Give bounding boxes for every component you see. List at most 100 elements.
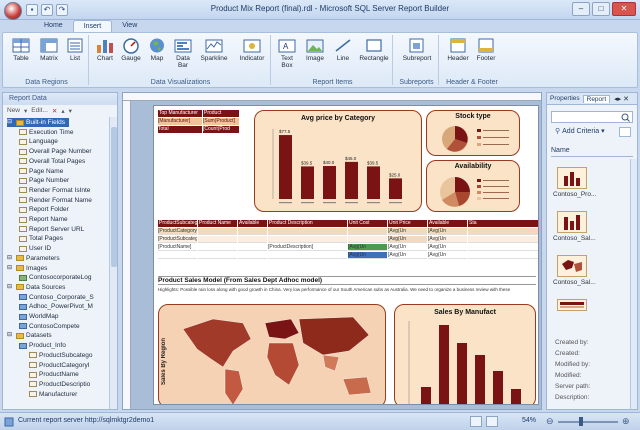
product-table-cell[interactable] xyxy=(468,236,538,243)
indicator-button[interactable]: Indicator xyxy=(235,37,269,62)
report-part-thumbnail[interactable] xyxy=(557,255,587,277)
edit-button[interactable]: Edit... xyxy=(31,107,48,114)
tree-item[interactable]: Report Name xyxy=(17,215,68,224)
avg-price-bar[interactable] xyxy=(345,161,358,199)
name-column-header[interactable]: Name xyxy=(551,147,633,157)
product-table-cell[interactable] xyxy=(348,228,387,235)
product-table-header[interactable]: Unit Cost xyxy=(348,220,387,227)
report-part-label[interactable]: Contoso_Pro... xyxy=(553,191,596,198)
avg-price-bar[interactable] xyxy=(389,178,402,199)
product-table-cell[interactable]: [Avg(Un xyxy=(388,236,427,243)
tree-item[interactable]: Page Name xyxy=(17,167,63,176)
product-table-cell[interactable] xyxy=(198,228,237,235)
product-table-cell[interactable] xyxy=(238,228,267,235)
sparkline-button[interactable]: Sparkline xyxy=(199,37,229,62)
product-table-header[interactable]: Product Name xyxy=(198,220,237,227)
new-dropdown-icon[interactable]: ▾ xyxy=(24,107,27,115)
product-table-cell[interactable]: [Avg(Un xyxy=(388,252,427,259)
sales-by-manufacturer-chart[interactable]: Sales By Manufact xyxy=(394,304,536,404)
tree-item[interactable]: Overall Page Number xyxy=(17,147,92,156)
chart-button[interactable]: Chart xyxy=(93,37,117,62)
table-button[interactable]: Table xyxy=(9,37,33,62)
product-table-cell[interactable] xyxy=(238,252,267,259)
top-table-cell[interactable]: [Manufacturer] xyxy=(158,118,202,125)
tab-view[interactable]: View xyxy=(112,20,147,32)
view-toggle-icon[interactable] xyxy=(619,127,631,137)
product-table-cell[interactable]: [Avg(Un xyxy=(388,244,427,251)
tree-item[interactable]: Render Format IsInte xyxy=(17,186,90,195)
avg-price-bar[interactable] xyxy=(279,135,292,199)
report-part-label[interactable]: Contoso_Sal... xyxy=(553,279,596,286)
product-table-cell[interactable] xyxy=(268,228,347,235)
tree-item[interactable]: ProductName xyxy=(27,370,79,379)
report-body[interactable]: Top Manufacturer Product [Manufacturer] … xyxy=(153,105,539,405)
app-menu-button[interactable] xyxy=(4,2,22,20)
product-table-cell[interactable] xyxy=(468,228,538,235)
highlights-text[interactable]: Highlights: Possible rain loss along wit… xyxy=(158,287,536,301)
gallery-scrollbar[interactable] xyxy=(630,159,637,409)
zoom-in-icon[interactable]: ⊕ xyxy=(622,416,630,427)
data-bar-button[interactable]: Data Bar xyxy=(171,37,195,69)
undo-icon[interactable]: ↶ xyxy=(41,4,53,16)
tree-folder[interactable]: ⊟ Data Sources xyxy=(7,283,65,292)
tab-home[interactable]: Home xyxy=(34,20,73,32)
product-table-header[interactable]: Available xyxy=(238,220,267,227)
product-table-cell[interactable]: [ProductCategoryName] xyxy=(158,228,197,235)
tree-item[interactable]: WorldMap xyxy=(17,312,59,321)
tree-folder[interactable]: ⊟ Images xyxy=(7,264,47,273)
product-table-cell[interactable]: [Avg(Un xyxy=(428,228,467,235)
tree-item[interactable]: Adhoc_PowerPivot_M xyxy=(17,302,93,311)
tree-item[interactable]: Report Folder xyxy=(17,205,69,214)
product-table-cell[interactable]: [ProductSubcategory] xyxy=(158,236,197,243)
expand-icon[interactable]: ⊟ xyxy=(7,264,14,273)
tree-folder[interactable]: ⊟ Datasets xyxy=(7,331,52,340)
report-part-thumbnail[interactable] xyxy=(557,211,587,233)
header-button[interactable]: Header xyxy=(445,37,471,62)
top-table-header-2[interactable]: Product xyxy=(203,110,239,117)
product-table-cell[interactable] xyxy=(468,244,538,251)
sales-model-title[interactable]: Product Sales Model (From Sales Dept Adh… xyxy=(158,276,536,285)
product-table-cell[interactable] xyxy=(198,252,237,259)
image-button[interactable]: Image xyxy=(303,37,327,62)
zoom-slider[interactable] xyxy=(558,421,618,423)
product-table-header[interactable]: Available xyxy=(428,220,467,227)
product-table-cell[interactable] xyxy=(238,244,267,251)
product-table-cell[interactable] xyxy=(468,252,538,259)
report-part-thumbnail[interactable] xyxy=(557,299,587,311)
tree-item[interactable]: ProductSubcatego xyxy=(27,351,92,360)
avg-price-bar[interactable] xyxy=(367,166,380,199)
tree-item[interactable]: Overall Total Pages xyxy=(17,157,85,166)
top-table-total-value[interactable]: [Count(Prod xyxy=(203,126,239,133)
product-table-cell[interactable] xyxy=(268,236,347,243)
product-table-header[interactable]: Sta xyxy=(468,220,538,227)
tab-properties[interactable]: Properties xyxy=(547,95,583,102)
product-table-cell[interactable] xyxy=(198,244,237,251)
product-table-cell[interactable]: [ProductName] xyxy=(158,244,197,251)
panel-next-icon[interactable]: ▸ xyxy=(618,95,622,103)
save-icon[interactable]: ▪ xyxy=(26,4,38,16)
product-table-cell[interactable] xyxy=(198,236,237,243)
subreport-button[interactable]: Subreport xyxy=(399,37,435,62)
zoom-out-icon[interactable]: ⊖ xyxy=(546,416,554,427)
product-table-cell[interactable] xyxy=(158,252,197,259)
minimize-button[interactable]: – xyxy=(572,2,590,16)
expand-icon[interactable]: ⊟ xyxy=(7,118,14,127)
product-table-cell[interactable]: [Avg(Un xyxy=(388,228,427,235)
avg-price-bar[interactable] xyxy=(323,166,336,199)
rectangle-button[interactable]: Rectangle xyxy=(357,37,391,62)
product-table-cell[interactable]: [Avg(Un xyxy=(428,252,467,259)
report-part-label[interactable]: Contoso_Sal... xyxy=(553,235,596,242)
tree-item[interactable]: ContosocorporateLog xyxy=(17,273,92,282)
product-table-cell[interactable]: [Avg(Un xyxy=(348,244,387,251)
new-button[interactable]: New xyxy=(7,107,20,114)
tree-item[interactable]: Language xyxy=(17,137,58,146)
tree-item[interactable]: ContosoCompete xyxy=(17,322,80,331)
close-button[interactable]: ✕ xyxy=(612,2,636,16)
move-up-icon[interactable]: ▴ xyxy=(61,107,64,115)
product-table-header[interactable]: Product Description xyxy=(268,220,347,227)
tree-folder[interactable]: ⊟ Built-in Fields xyxy=(7,118,70,127)
product-table-cell[interactable]: [Avg(Un xyxy=(348,252,387,259)
report-data-scrollbar[interactable] xyxy=(109,117,117,409)
product-table-header[interactable]: Unit Price xyxy=(388,220,427,227)
avg-price-chart[interactable]: Avg price by Category $77.5 $39.5 $40.0 $45… xyxy=(254,110,422,212)
